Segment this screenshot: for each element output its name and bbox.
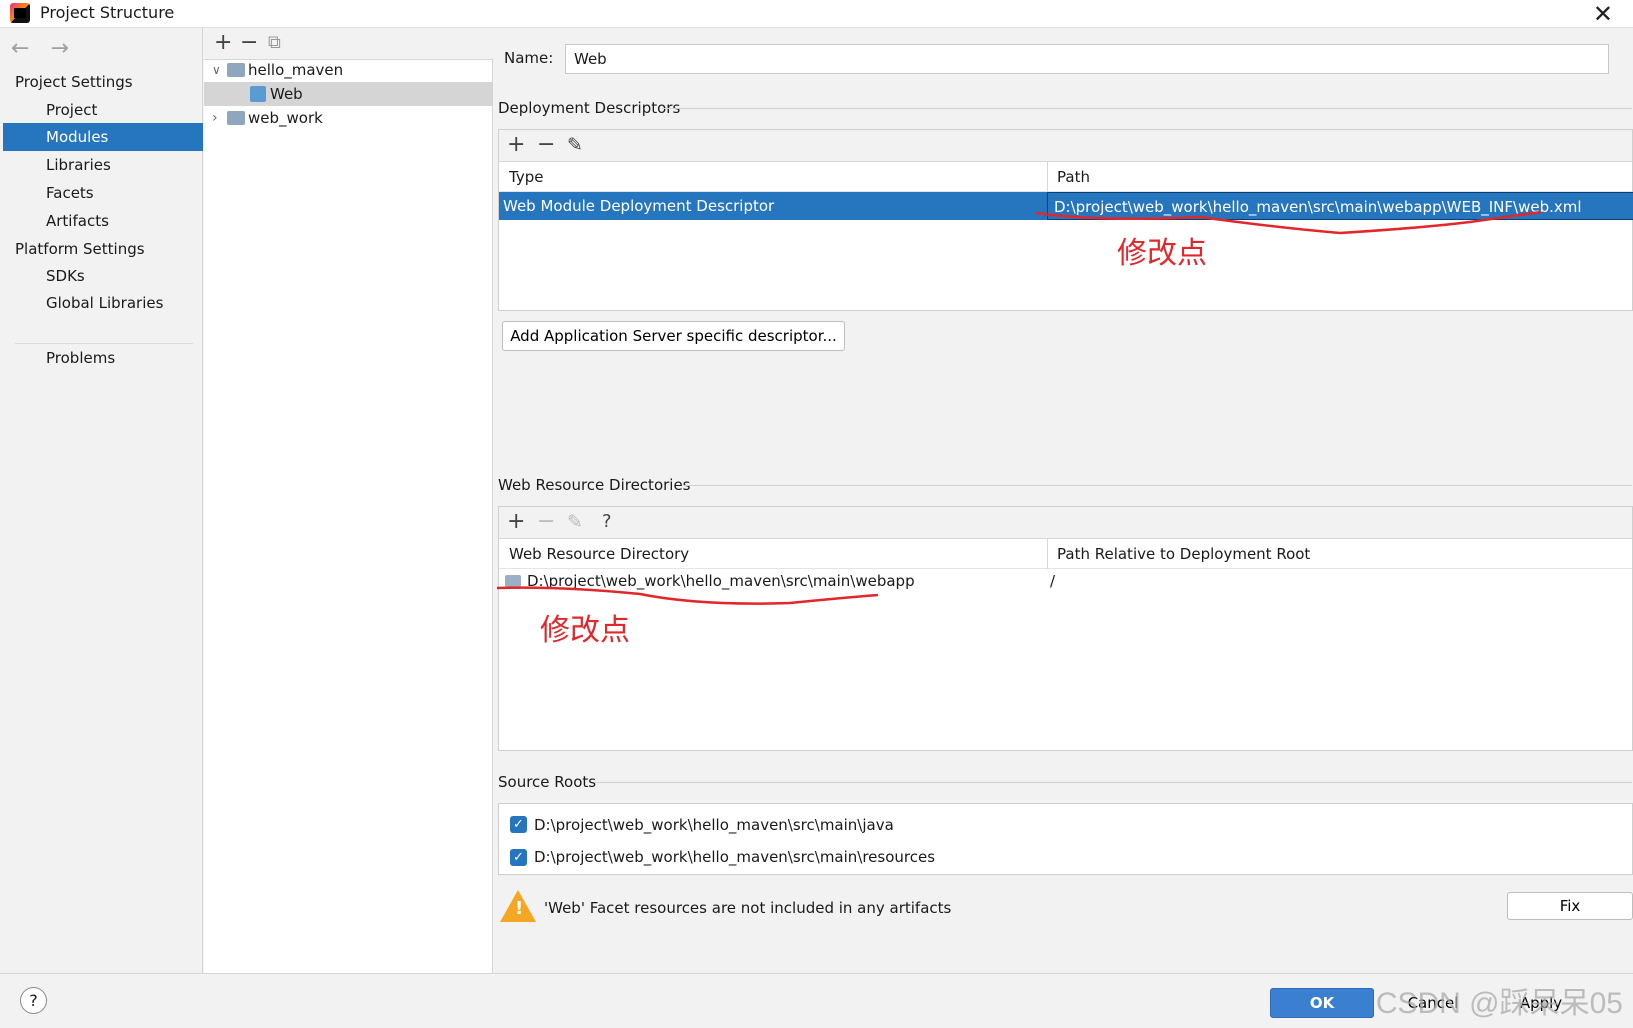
annotation-label: 修改点 [1117, 236, 1207, 271]
watermark: CSDN @踩呆呆05 [1375, 987, 1623, 1020]
annotation-label: 修改点 [540, 613, 630, 648]
annotation-overlay [496, 210, 1542, 605]
ok-button[interactable]: OK [1270, 988, 1374, 1018]
annotation-underline [1035, 210, 1542, 235]
annotation-underline [496, 586, 879, 605]
help-button[interactable]: ? [20, 987, 47, 1014]
